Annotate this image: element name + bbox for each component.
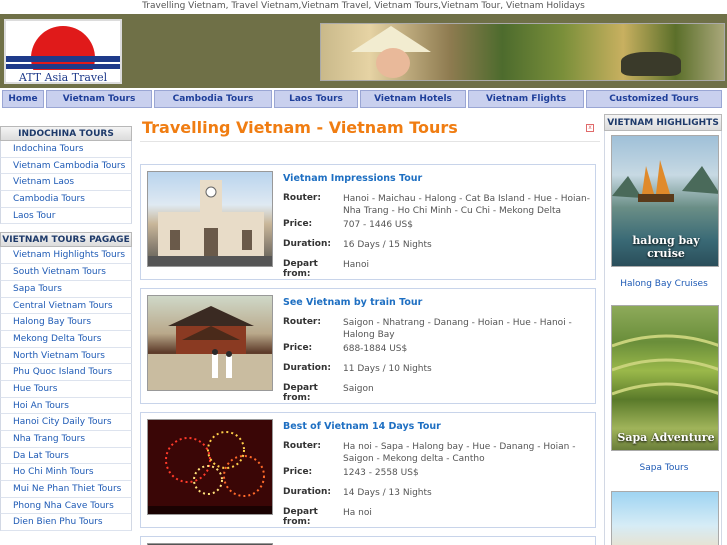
sidebar-item-ho-chi-minh[interactable]: Ho Chi Minh Tours (0, 464, 132, 482)
route-value: Hanoi - Maichau - Halong - Cat Ba Island… (343, 194, 590, 216)
site-tagline: Travelling Vietnam, Travel Vietnam,Vietn… (142, 1, 585, 11)
right-sidebar: VIETNAM HIGHLIGHTS halong bay cruise Hal… (604, 114, 722, 545)
page-title-bar: Travelling Vietnam - Vietnam Tours x (140, 114, 600, 142)
price-label: Price: (283, 467, 313, 477)
sidebar-item-hue[interactable]: Hue Tours (0, 380, 132, 398)
sidebar-item-north-vietnam[interactable]: North Vietnam Tours (0, 347, 132, 365)
banner-photo (320, 23, 725, 81)
price-value: 688-1884 US$ (343, 344, 408, 354)
sidebar-item-hanoi-daily[interactable]: Hanoi City Daily Tours (0, 414, 132, 431)
sapa-photo-text: Sapa Adventure (617, 431, 715, 444)
depart-label: Depart from: (283, 383, 318, 403)
sidebar-item-central-vietnam[interactable]: Central Vietnam Tours (0, 297, 132, 315)
route-label: Router: (283, 441, 321, 451)
nav-customized-tours[interactable]: Customized Tours (586, 90, 722, 108)
duration-label: Duration: (283, 363, 331, 373)
tour-name[interactable]: Vietnam Impressions Tour (283, 173, 422, 184)
indochina-tours-heading: INDOCHINA TOURS (0, 126, 132, 141)
sidebar-item-vietnam-laos[interactable]: Vietnam Laos (0, 174, 132, 192)
route-label: Router: (283, 193, 321, 203)
sidebar-item-mui-ne[interactable]: Mui Ne Phan Thiet Tours (0, 481, 132, 498)
close-icon[interactable]: x (586, 124, 594, 132)
price-label: Price: (283, 343, 313, 353)
tour-card: Best of Vietnam 14 Days Tour Router: Ha n… (140, 412, 596, 528)
next-highlight-photo[interactable] (611, 491, 719, 545)
vietnam-tours-package-heading: VIETNAM TOURS PAGAGE (0, 232, 132, 248)
tour-photo[interactable] (147, 171, 273, 267)
main-nav: Home Vietnam Tours Cambodia Tours Laos T… (0, 90, 727, 108)
depart-value: Saigon (343, 384, 374, 394)
sidebar-item-phu-quoc[interactable]: Phu Quoc Island Tours (0, 364, 132, 381)
halong-bay-photo[interactable]: halong bay cruise (611, 135, 719, 267)
halong-bay-cruises-link[interactable]: Halong Bay Cruises (605, 279, 723, 289)
main-content: Travelling Vietnam - Vietnam Tours x Vie… (140, 114, 600, 545)
price-value: 707 - 1446 US$ (343, 220, 413, 230)
header-banner: ATT Asia Travel (0, 14, 727, 88)
logo-text: ATT Asia Travel (6, 70, 120, 82)
sidebar-item-south-vietnam[interactable]: South Vietnam Tours (0, 264, 132, 281)
sidebar-item-dien-bien-phu[interactable]: Dien Bien Phu Tours (0, 514, 132, 532)
nav-vietnam-hotels[interactable]: Vietnam Hotels (360, 90, 466, 108)
duration-value: 11 Days / 10 Nights (343, 364, 432, 374)
sidebar-item-indochina-tours[interactable]: Indochina Tours (0, 141, 132, 158)
sidebar-item-mekong-delta[interactable]: Mekong Delta Tours (0, 330, 132, 348)
tour-name[interactable]: Best of Vietnam 14 Days Tour (283, 421, 441, 432)
sidebar-item-halong-bay[interactable]: Halong Bay Tours (0, 314, 132, 331)
tour-card: Vietnam Impressions Tour Router: Hanoi - … (140, 164, 596, 280)
sidebar-item-cambodia-tours[interactable]: Cambodia Tours (0, 191, 132, 208)
sapa-photo[interactable]: Sapa Adventure (611, 305, 719, 451)
duration-value: 14 Days / 13 Nights (343, 488, 432, 498)
price-label: Price: (283, 219, 313, 229)
duration-value: 16 Days / 15 Nights (343, 240, 432, 250)
sidebar-item-vietnam-cambodia[interactable]: Vietnam Cambodia Tours (0, 157, 132, 175)
tour-card (140, 536, 596, 545)
duration-label: Duration: (283, 239, 331, 249)
logo[interactable]: ATT Asia Travel (4, 19, 122, 84)
tour-photo[interactable] (147, 295, 273, 391)
nav-cambodia-tours[interactable]: Cambodia Tours (154, 90, 272, 108)
depart-label: Depart from: (283, 507, 318, 527)
nav-laos-tours[interactable]: Laos Tours (274, 90, 358, 108)
nav-vietnam-tours[interactable]: Vietnam Tours (46, 90, 152, 108)
price-value: 1243 - 2558 US$ (343, 468, 419, 478)
halong-photo-text: halong bay cruise (632, 234, 700, 260)
highlights-heading: VIETNAM HIGHLIGHTS (604, 114, 722, 131)
route-value: Ha noi - Sapa - Halong bay - Hue - Danan… (343, 442, 576, 464)
sapa-tours-link[interactable]: Sapa Tours (605, 463, 723, 473)
sidebar-item-hoi-an[interactable]: Hoi An Tours (0, 397, 132, 415)
sidebar-item-laos-tour[interactable]: Laos Tour (0, 207, 132, 225)
tour-name[interactable]: See Vietnam by train Tour (283, 297, 422, 308)
depart-value: Hanoi (343, 260, 369, 270)
left-sidebar: INDOCHINA TOURS Indochina Tours Vietnam … (0, 126, 132, 532)
nav-home[interactable]: Home (2, 90, 44, 108)
sidebar-item-phong-nha[interactable]: Phong Nha Cave Tours (0, 497, 132, 515)
sidebar-item-da-lat[interactable]: Da Lat Tours (0, 447, 132, 465)
duration-label: Duration: (283, 487, 331, 497)
nav-vietnam-flights[interactable]: Vietnam Flights (468, 90, 584, 108)
sidebar-item-sapa[interactable]: Sapa Tours (0, 280, 132, 298)
route-value: Saigon - Nhatrang - Danang - Hoian - Hue… (343, 318, 572, 340)
tour-card: See Vietnam by train Tour Router: Saigon … (140, 288, 596, 404)
sidebar-item-nha-trang[interactable]: Nha Trang Tours (0, 431, 132, 448)
depart-value: Ha noi (343, 508, 372, 518)
tour-photo[interactable] (147, 419, 273, 515)
route-label: Router: (283, 317, 321, 327)
sidebar-item-vietnam-highlights[interactable]: Vietnam Highlights Tours (0, 247, 132, 265)
depart-label: Depart from: (283, 259, 318, 279)
page-title: Travelling Vietnam - Vietnam Tours (142, 118, 458, 137)
